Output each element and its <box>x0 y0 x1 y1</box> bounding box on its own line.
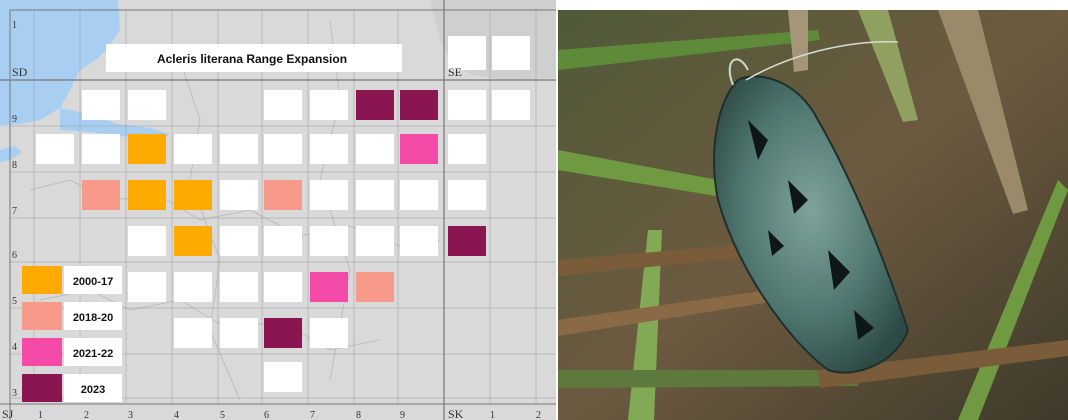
row-number: 5 <box>12 296 17 307</box>
empty-square <box>448 134 486 164</box>
recorded-square-2018-20 <box>82 180 120 210</box>
empty-square <box>220 226 258 256</box>
legend-label: 2021-22 <box>73 348 113 360</box>
empty-square <box>448 90 486 120</box>
empty-square <box>400 226 438 256</box>
empty-square <box>400 180 438 210</box>
empty-square <box>220 272 258 302</box>
recorded-square-2000-17 <box>174 180 212 210</box>
empty-square <box>174 272 212 302</box>
empty-square <box>310 134 348 164</box>
empty-square <box>448 180 486 210</box>
column-number: 1 <box>490 410 495 420</box>
empty-square <box>82 134 120 164</box>
row-number: 7 <box>12 206 17 217</box>
empty-square <box>128 226 166 256</box>
empty-square <box>264 226 302 256</box>
moth-photo-svg <box>558 10 1068 420</box>
column-number: 5 <box>220 410 225 420</box>
empty-square <box>264 272 302 302</box>
recorded-square-2021-22 <box>310 272 348 302</box>
grid-letter-sj: SJ <box>2 407 14 420</box>
row-number: 6 <box>12 250 17 261</box>
grid-letter-sk: SK <box>448 407 464 420</box>
empty-square <box>310 226 348 256</box>
column-number: 1 <box>38 410 43 420</box>
row-number: 3 <box>12 388 17 399</box>
map-title: Acleris literana Range Expansion <box>157 52 347 66</box>
empty-square <box>174 318 212 348</box>
empty-square <box>82 90 120 120</box>
empty-square <box>220 180 258 210</box>
empty-square <box>356 180 394 210</box>
range-map-svg: Acleris literana Range Expansion SD SE S… <box>0 0 556 420</box>
empty-square <box>264 362 302 392</box>
empty-square <box>220 134 258 164</box>
legend-label: 2000-17 <box>73 276 113 288</box>
row-number: 9 <box>12 114 17 125</box>
recorded-square-2000-17 <box>174 226 212 256</box>
row-number: 1 <box>12 20 17 31</box>
row-number: 4 <box>12 342 17 353</box>
column-number: 4 <box>174 410 179 420</box>
empty-square <box>492 90 530 120</box>
empty-square <box>128 272 166 302</box>
recorded-square-2021-22 <box>400 134 438 164</box>
column-number: 8 <box>356 410 361 420</box>
legend-swatch-2023 <box>22 374 62 402</box>
empty-square <box>220 318 258 348</box>
column-number: 7 <box>310 410 315 420</box>
column-number: 3 <box>128 410 133 420</box>
empty-square <box>36 134 74 164</box>
empty-square <box>264 134 302 164</box>
column-number: 6 <box>264 410 269 420</box>
legend-swatch-2018-20 <box>22 302 62 330</box>
empty-square <box>492 36 530 70</box>
legend-label: 2023 <box>81 384 105 396</box>
legend-label: 2018-20 <box>73 312 113 324</box>
grid-letter-sd: SD <box>12 65 28 79</box>
recorded-square-2023 <box>356 90 394 120</box>
column-number: 2 <box>536 410 541 420</box>
empty-square <box>174 134 212 164</box>
empty-square <box>310 318 348 348</box>
recorded-square-2023 <box>264 318 302 348</box>
recorded-square-2023 <box>448 226 486 256</box>
empty-square <box>356 226 394 256</box>
legend-swatch-2021-22 <box>22 338 62 366</box>
empty-square <box>310 180 348 210</box>
recorded-square-2000-17 <box>128 180 166 210</box>
grid-letter-se: SE <box>448 65 462 79</box>
grass-blade <box>558 370 858 388</box>
range-map: Acleris literana Range Expansion SD SE S… <box>0 0 556 420</box>
empty-square <box>128 90 166 120</box>
empty-square <box>356 134 394 164</box>
empty-square <box>310 90 348 120</box>
recorded-square-2000-17 <box>128 134 166 164</box>
column-number: 2 <box>84 410 89 420</box>
moth-photo <box>558 10 1068 420</box>
recorded-square-2018-20 <box>264 180 302 210</box>
empty-square <box>264 90 302 120</box>
row-number: 8 <box>12 160 17 171</box>
legend-swatch-2000-17 <box>22 266 62 294</box>
column-number: 9 <box>400 410 405 420</box>
recorded-square-2023 <box>400 90 438 120</box>
recorded-square-2018-20 <box>356 272 394 302</box>
